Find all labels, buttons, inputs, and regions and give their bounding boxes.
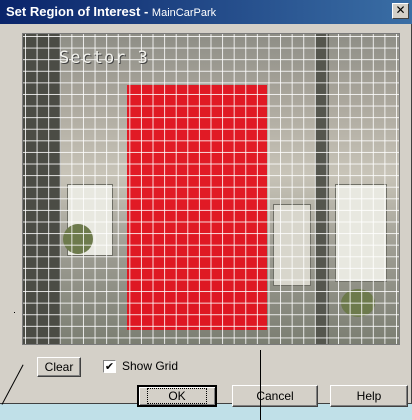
clear-button[interactable]: Clear [37,357,81,377]
help-button[interactable]: Help [330,385,408,407]
title-separator: - [140,4,152,19]
checkbox-checked-icon[interactable]: ✔ [103,360,116,373]
ok-label: OK [147,388,207,404]
cancel-button[interactable]: Cancel [232,385,318,407]
set-region-dialog: Set Region of Interest - MainCarPark ✕ S… [0,0,412,407]
window-title: Set Region of Interest [6,4,141,19]
sector-label: Sector 3 [59,48,149,68]
close-icon[interactable]: ✕ [392,3,409,19]
grid-overlay [23,34,399,344]
window-subtitle: MainCarPark [151,7,217,19]
ok-button[interactable]: OK [137,385,217,407]
title-bar[interactable]: Set Region of Interest - MainCarPark ✕ [0,0,412,24]
callout-anchor-left [14,312,15,313]
window-title-group: Set Region of Interest - MainCarPark [6,4,216,19]
show-grid-label: Show Grid [122,359,179,373]
camera-view[interactable]: Sector 3 [22,33,400,345]
callout-line-bottom [260,350,261,420]
